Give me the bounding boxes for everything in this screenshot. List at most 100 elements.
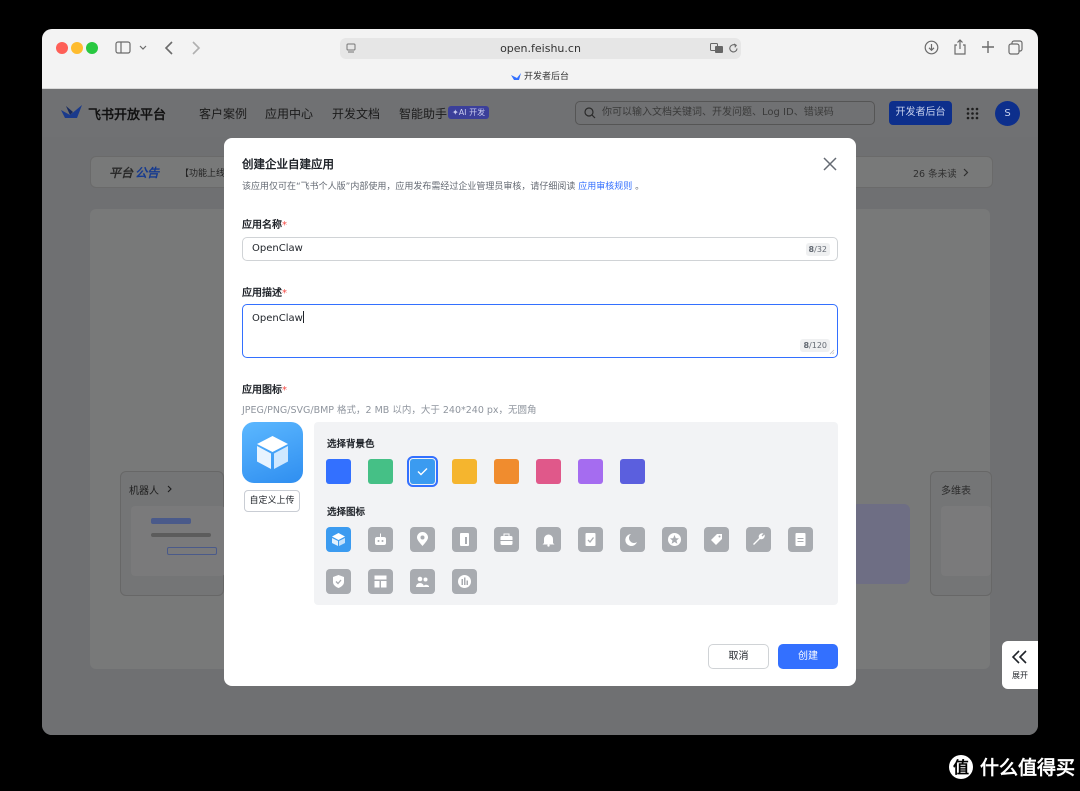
avatar[interactable]: S (995, 101, 1020, 126)
review-rules-link[interactable]: 应用审核规则 (578, 182, 632, 192)
expand-label: 展开 (1012, 671, 1028, 680)
app-desc-field[interactable]: OpenClaw 8/120 (242, 304, 838, 358)
bg-color-label: 选择背景色 (327, 439, 375, 450)
search-input[interactable]: 你可以输入文档关键词、开发问题、Log ID、错误码 (575, 101, 875, 125)
dialog-subtitle: 该应用仅可在“飞书个人版”内部使用，应用发布需经过企业管理员审核，请仔细阅读 应… (242, 182, 645, 192)
create-app-dialog: 创建企业自建应用 该应用仅可在“飞书个人版”内部使用，应用发布需经过企业管理员审… (224, 138, 856, 686)
icon-option[interactable] (536, 527, 561, 552)
watermark-logo-icon: 值 (949, 754, 973, 779)
bg-color-swatch[interactable] (452, 459, 477, 484)
moon-icon (625, 534, 637, 546)
app-name-counter: 8/32 (805, 243, 830, 256)
share-icon[interactable] (953, 39, 967, 56)
star-icon (668, 533, 681, 546)
icon-option[interactable] (326, 527, 351, 552)
icon-option[interactable] (494, 527, 519, 552)
location-icon (417, 532, 428, 546)
robot-icon (375, 533, 386, 545)
toolbox-icon (500, 533, 513, 545)
expand-sidebar-button[interactable]: 展开 (1002, 641, 1038, 689)
sidebar-toggle-icon[interactable] (115, 41, 131, 54)
icon-option[interactable] (746, 527, 771, 552)
back-icon[interactable] (164, 41, 174, 55)
icon-option[interactable] (368, 569, 393, 594)
forward-icon[interactable] (191, 41, 201, 55)
zoom-window-button[interactable] (86, 42, 98, 54)
nav-link-assistant[interactable]: 智能助手 (399, 105, 447, 122)
file-icon (795, 533, 806, 546)
nav-link-docs[interactable]: 开发文档 (332, 105, 380, 122)
apps-grid-icon[interactable] (966, 107, 979, 120)
chevron-down-icon[interactable] (139, 45, 147, 51)
app-desc-value: OpenClaw (252, 313, 303, 324)
watermark: 值 什么值得买 (948, 753, 1075, 780)
double-chevron-left-icon (1011, 650, 1027, 664)
dialog-title: 创建企业自建应用 (242, 157, 334, 171)
ai-badge: ✦AI 开发 (448, 106, 490, 119)
document-icon (460, 533, 469, 546)
app-icon-preview (242, 422, 303, 483)
check-icon (417, 468, 428, 476)
bg-color-swatch[interactable] (578, 459, 603, 484)
icon-option[interactable] (620, 527, 645, 552)
search-placeholder: 你可以输入文档关键词、开发问题、Log ID、错误码 (602, 107, 834, 118)
bitable-card[interactable]: 多维表 (930, 471, 992, 596)
robot-card-title: 机器人 (129, 486, 159, 497)
bg-color-swatch[interactable] (494, 459, 519, 484)
bg-color-swatch[interactable] (536, 459, 561, 484)
bg-color-swatch[interactable] (407, 456, 438, 487)
notice-label-a: 平台 (109, 166, 134, 180)
icon-option[interactable] (788, 527, 813, 552)
tab-title[interactable]: 开发者后台 (42, 67, 1038, 87)
address-url: open.feishu.cn (500, 42, 581, 55)
chevron-right-icon (167, 485, 172, 493)
translate-icon[interactable] (710, 43, 724, 54)
close-icon[interactable] (822, 156, 838, 172)
unread-count[interactable]: 26 条未读 (913, 166, 957, 180)
bg-color-swatch[interactable] (368, 459, 393, 484)
layout-icon (374, 575, 387, 588)
custom-upload-button[interactable]: 自定义上传 (244, 490, 300, 512)
icon-option[interactable] (704, 527, 729, 552)
icon-option[interactable] (452, 569, 477, 594)
icon-option[interactable] (662, 527, 687, 552)
partial-card-preview (852, 504, 910, 584)
resize-handle-icon[interactable] (829, 349, 835, 355)
app-desc-counter: 8/120 (800, 339, 830, 352)
app-name-field[interactable]: OpenClaw 8/32 (242, 237, 838, 261)
icon-option[interactable] (410, 569, 435, 594)
brand-title[interactable]: 飞书开放平台 (88, 104, 166, 123)
chart-icon (458, 575, 471, 588)
new-tab-icon[interactable] (981, 40, 995, 54)
address-bar[interactable]: open.feishu.cn (340, 38, 741, 59)
people-icon (416, 576, 429, 587)
app-icon-hint: JPEG/PNG/SVG/BMP 格式，2 MB 以内，大于 240*240 p… (242, 405, 537, 416)
icon-option[interactable] (368, 527, 393, 552)
bg-color-swatch[interactable] (620, 459, 645, 484)
bitable-card-preview (941, 506, 991, 576)
tab-overview-icon[interactable] (1008, 40, 1023, 55)
close-window-button[interactable] (56, 42, 68, 54)
bg-color-swatch[interactable] (326, 459, 351, 484)
cube-icon (332, 533, 345, 546)
cancel-button[interactable]: 取消 (708, 644, 769, 669)
developer-console-button[interactable]: 开发者后台 (889, 101, 952, 125)
nav-link-app-center[interactable]: 应用中心 (265, 105, 313, 122)
icon-option[interactable] (410, 527, 435, 552)
icon-option[interactable] (578, 527, 603, 552)
icon-choice-label: 选择图标 (327, 507, 366, 518)
download-icon[interactable] (924, 40, 939, 55)
site-nav: 飞书开放平台 客户案例 应用中心 开发文档 智能助手 ✦AI 开发 你可以输入文… (42, 89, 1038, 137)
icon-option[interactable] (452, 527, 477, 552)
robot-card[interactable]: 机器人 (120, 471, 225, 596)
create-button[interactable]: 创建 (778, 644, 838, 669)
cube-icon (257, 436, 288, 469)
icon-option[interactable] (326, 569, 351, 594)
app-name-label: 应用名称* (242, 220, 287, 231)
reload-icon[interactable] (728, 43, 739, 54)
tag-icon (711, 534, 722, 545)
bell-icon (542, 534, 555, 547)
minimize-window-button[interactable] (71, 42, 83, 54)
icon-picker-panel: 选择背景色 选择图标 (314, 422, 838, 605)
nav-link-cases[interactable]: 客户案例 (199, 105, 247, 122)
